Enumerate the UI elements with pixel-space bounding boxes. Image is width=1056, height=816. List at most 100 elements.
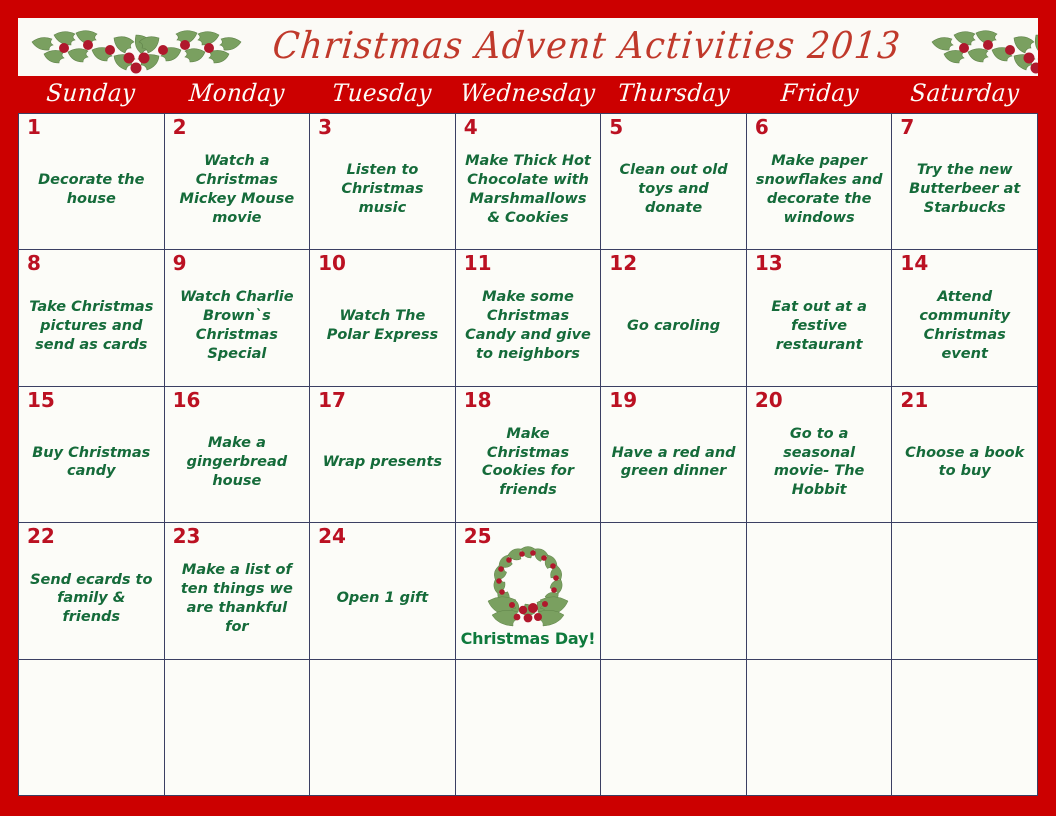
weekday-header-tuesday: Tuesday: [331, 78, 434, 107]
holly-wreath-icon: [487, 546, 569, 627]
day-cell-16[interactable]: 16 Make a gingerbread house: [164, 386, 310, 523]
day-number: 13: [754, 251, 783, 276]
day-activity-text: Attend community Christmas event: [919, 289, 1011, 362]
day-cell-3[interactable]: 3 Listen to Christmas music: [310, 114, 455, 250]
day-number: 18: [463, 387, 492, 412]
day-activity-text: Clean out old toys and donate: [619, 162, 728, 217]
day-cell-empty[interactable]: [892, 659, 1037, 795]
day-cell-empty[interactable]: [746, 523, 892, 659]
day-number: 4: [463, 115, 478, 139]
weekday-header-monday: Monday: [187, 78, 286, 107]
day-activity-text: Go to a seasonal movie- The Hobbit: [773, 425, 865, 499]
day-number: 21: [900, 387, 929, 412]
day-cell-1[interactable]: 1 Decorate the house: [19, 114, 164, 250]
day-cell-empty[interactable]: [746, 659, 892, 795]
day-number: 9: [172, 251, 187, 276]
day-cell-10[interactable]: 10 Watch The Polar Express: [310, 250, 455, 386]
calendar-page: Christmas Advent Activities 2013 Sunday …: [0, 0, 1056, 816]
day-number: 6: [754, 115, 769, 139]
day-activity-text: Wrap presents: [322, 454, 443, 471]
weekday-header-wednesday: Wednesday: [459, 78, 597, 107]
weekday-header-row: Sunday Monday Tuesday Wednesday Thursday…: [18, 76, 1038, 113]
weekday-header-saturday: Saturday: [909, 78, 1021, 107]
day-activity-text: Decorate the house: [38, 171, 145, 207]
day-activity-text: Make a gingerbread house: [186, 435, 288, 489]
day-number: 14: [900, 251, 929, 276]
day-cell-empty[interactable]: [310, 659, 455, 795]
day-cell-14[interactable]: 14 Attend community Christmas event: [892, 250, 1037, 386]
day-cell-15[interactable]: 15 Buy Christmas candy: [19, 386, 164, 523]
day-activity-text: Make paper snowflakes and decorate the w…: [755, 153, 883, 226]
weekday-header-friday: Friday: [779, 78, 860, 107]
day-cell-24[interactable]: 24 Open 1 gift: [310, 523, 455, 659]
day-activity-text: Have a red and green dinner: [611, 444, 736, 480]
day-number: 5: [609, 115, 624, 139]
day-activity-text: Watch The Polar Express: [326, 308, 439, 344]
day-cell-20[interactable]: 20 Go to a seasonal movie- The Hobbit: [746, 386, 892, 523]
day-activity-text: Open 1 gift: [336, 590, 429, 607]
day-cell-17[interactable]: 17 Wrap presents: [310, 386, 455, 523]
day-cell-empty[interactable]: [892, 523, 1037, 659]
day-activity-text: Take Christmas pictures and send as card…: [29, 298, 154, 353]
holly-spray-left-icon: [31, 30, 242, 74]
day-number: 19: [609, 387, 638, 412]
day-cell-18[interactable]: 18 Make Christmas Cookies for friends: [455, 386, 601, 523]
day-number: 2: [172, 115, 187, 139]
day-cell-22[interactable]: 22 Send ecards to family & friends: [19, 523, 164, 659]
day-cell-empty[interactable]: [601, 523, 746, 659]
day-cell-13[interactable]: 13 Eat out at a festive restaurant: [746, 250, 892, 386]
day-cell-23[interactable]: 23 Make a list of ten things we are thank…: [164, 523, 310, 659]
day-number: 11: [463, 251, 492, 276]
day-cell-4[interactable]: 4 Make Thick Hot Chocolate with Marshmall…: [455, 114, 601, 250]
day-number: 24: [318, 524, 346, 549]
day-cell-21[interactable]: 21 Choose a book to buy: [892, 386, 1037, 523]
day-cell-25[interactable]: 25 Christmas Day!: [455, 523, 601, 659]
day-number: 15: [27, 387, 55, 412]
day-activity-text: Go caroling: [627, 317, 721, 334]
day-activity-text: Listen to Christmas music: [341, 162, 424, 217]
day-number: 20: [754, 387, 783, 412]
day-activity-text: Send ecards to family & friends: [30, 571, 153, 626]
holly-spray-right-icon: [932, 30, 1038, 74]
day-cell-empty[interactable]: [601, 659, 746, 795]
title-banner: Christmas Advent Activities 2013: [18, 18, 1038, 76]
calendar-grid: 1 Decorate the house 2 Watch a Christmas Mi…: [18, 113, 1038, 796]
day-cell-7[interactable]: 7 Try the new Butterbeer at Starbucks: [892, 114, 1037, 250]
day-number: 1: [27, 115, 41, 139]
day-cell-8[interactable]: 8 Take Christmas pictures and send as car…: [19, 250, 164, 386]
weekday-header-thursday: Thursday: [616, 78, 732, 107]
day-number: 3: [318, 115, 333, 139]
day-cell-empty[interactable]: [19, 659, 164, 795]
day-cell-12[interactable]: 12 Go caroling: [601, 250, 746, 386]
day-activity-text: Try the new Butterbeer at Starbucks: [909, 162, 1021, 217]
day-cell-empty[interactable]: [164, 659, 310, 795]
day-cell-9[interactable]: 9 Watch Charlie Brown`s Christmas Special: [164, 250, 310, 386]
day-number: 17: [318, 387, 346, 412]
day-cell-empty[interactable]: [455, 659, 601, 795]
christmas-day-label: Christmas Day!: [460, 629, 596, 649]
day-activity-text: Make a list of ten things we are thankfu…: [180, 562, 293, 635]
day-cell-11[interactable]: 11 Make some Christmas Candy and give to …: [455, 250, 601, 386]
day-number: 22: [27, 524, 55, 549]
day-activity-text: Watch a Christmas Mickey Mouse movie: [179, 153, 295, 226]
day-activity-text: Buy Christmas candy: [32, 444, 151, 480]
day-number: 10: [318, 251, 346, 276]
day-cell-2[interactable]: 2 Watch a Christmas Mickey Mouse movie: [164, 114, 310, 250]
day-activity-text: Make Thick Hot Chocolate with Marshmallo…: [465, 153, 591, 226]
day-number: 16: [172, 387, 201, 412]
day-cell-5[interactable]: 5 Clean out old toys and donate: [601, 114, 746, 250]
day-number: 12: [609, 251, 638, 276]
day-activity-text: Watch Charlie Brown`s Christmas Special: [180, 289, 294, 362]
day-activity-text: Choose a book to buy: [905, 444, 1025, 480]
day-activity-text: Eat out at a festive restaurant: [771, 298, 867, 353]
day-cell-6[interactable]: 6 Make paper snowflakes and decorate the …: [746, 114, 892, 250]
day-number: 8: [27, 251, 41, 276]
day-number: 7: [900, 115, 915, 139]
day-activity-text: Make some Christmas Candy and give to ne…: [465, 289, 591, 362]
day-number: 23: [172, 524, 201, 549]
day-activity-text: Make Christmas Cookies for friends: [481, 425, 575, 499]
day-number: 25: [463, 524, 492, 549]
page-title: Christmas Advent Activities 2013: [270, 24, 904, 67]
day-cell-19[interactable]: 19 Have a red and green dinner: [601, 386, 746, 523]
weekday-header-sunday: Sunday: [45, 78, 137, 107]
